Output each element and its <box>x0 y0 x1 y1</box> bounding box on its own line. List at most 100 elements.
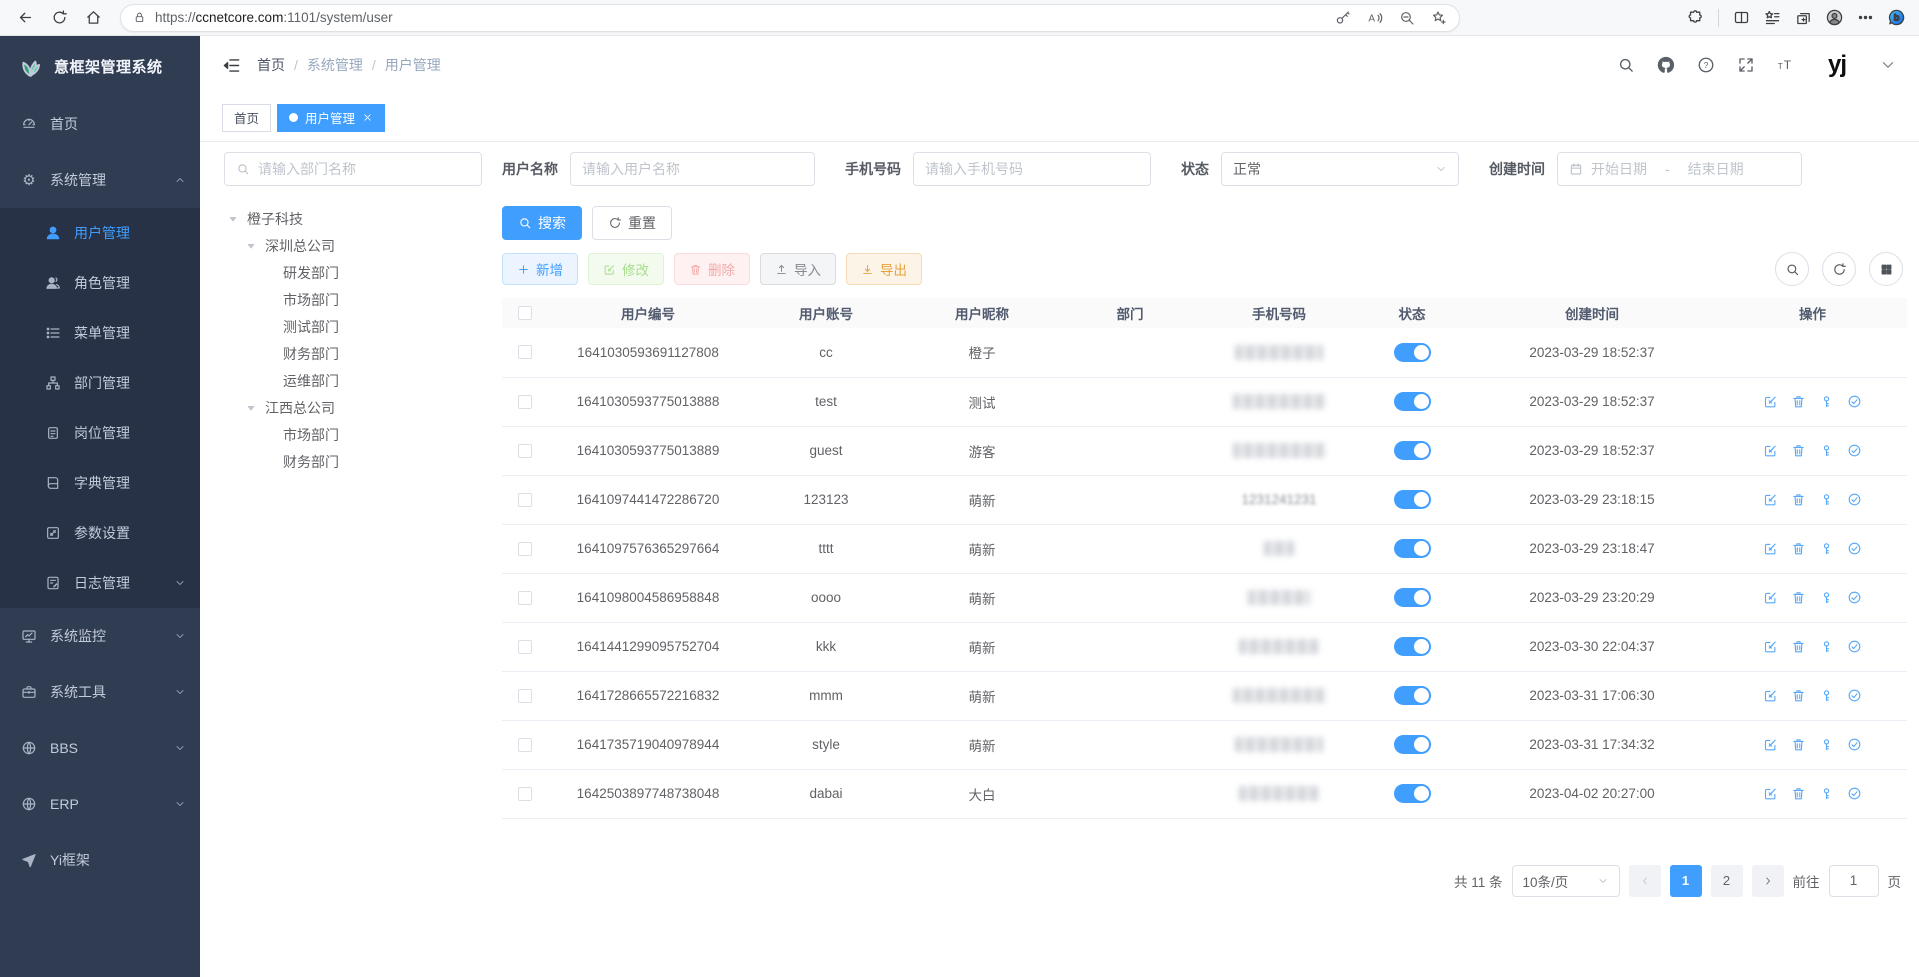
table-grid-button[interactable] <box>1869 252 1903 286</box>
zoom-out-icon[interactable] <box>1399 10 1415 26</box>
row-assign-role-button[interactable] <box>1847 786 1862 801</box>
row-checkbox[interactable] <box>518 395 532 409</box>
page-button-1[interactable]: 1 <box>1670 865 1702 897</box>
status-toggle[interactable] <box>1394 735 1431 754</box>
row-reset-password-button[interactable] <box>1819 394 1834 409</box>
status-toggle[interactable] <box>1394 392 1431 411</box>
split-screen-icon[interactable] <box>1733 9 1750 26</box>
password-key-icon[interactable] <box>1335 10 1351 26</box>
tree-expand-caret-icon[interactable] <box>228 214 242 224</box>
sidebar-item-log-mgmt[interactable]: 日志管理 <box>0 558 200 608</box>
row-checkbox[interactable] <box>518 591 532 605</box>
row-checkbox[interactable] <box>518 444 532 458</box>
row-reset-password-button[interactable] <box>1819 443 1834 458</box>
row-delete-button[interactable] <box>1791 639 1806 654</box>
page-size-select[interactable]: 10条/页 <box>1512 865 1620 897</box>
browser-essentials-icon[interactable] <box>1687 9 1704 26</box>
row-checkbox[interactable] <box>518 542 532 556</box>
row-assign-role-button[interactable] <box>1847 492 1862 507</box>
row-reset-password-button[interactable] <box>1819 590 1834 605</box>
tab-0[interactable]: 首页 <box>222 104 271 132</box>
phone-input[interactable] <box>925 161 1139 177</box>
row-edit-button[interactable] <box>1763 394 1778 409</box>
tree-node[interactable]: 测试部门 <box>224 313 482 340</box>
status-toggle[interactable] <box>1394 539 1431 558</box>
row-edit-button[interactable] <box>1763 492 1778 507</box>
sidebar-item-user-mgmt[interactable]: 用户管理 <box>0 208 200 258</box>
more-icon[interactable] <box>1857 9 1874 26</box>
breadcrumb-home[interactable]: 首页 <box>257 55 285 75</box>
row-assign-role-button[interactable] <box>1847 394 1862 409</box>
sidebar-fold-icon[interactable] <box>222 56 241 75</box>
dept-search-input[interactable] <box>258 161 470 177</box>
address-bar[interactable]: https://ccnetcore.com:1101/system/user A <box>120 4 1460 32</box>
search-icon[interactable] <box>1617 56 1635 74</box>
username-input[interactable] <box>582 161 803 177</box>
breadcrumb-system[interactable]: 系统管理 <box>307 55 363 75</box>
row-edit-button[interactable] <box>1763 590 1778 605</box>
read-aloud-icon[interactable]: A <box>1367 10 1383 26</box>
profile-icon[interactable] <box>1826 9 1843 26</box>
next-page-button[interactable] <box>1752 865 1784 897</box>
app-logo[interactable]: 意框架管理系统 <box>0 36 200 96</box>
tree-node[interactable]: 研发部门 <box>224 259 482 286</box>
status-toggle[interactable] <box>1394 490 1431 509</box>
sidebar-item-erp[interactable]: ERP <box>0 776 200 832</box>
refresh-button[interactable] <box>44 3 74 33</box>
row-delete-button[interactable] <box>1791 737 1806 752</box>
row-assign-role-button[interactable] <box>1847 688 1862 703</box>
caret-down-icon[interactable] <box>1879 56 1897 74</box>
row-reset-password-button[interactable] <box>1819 688 1834 703</box>
table-refresh-button[interactable] <box>1822 252 1856 286</box>
status-toggle[interactable] <box>1394 588 1431 607</box>
back-button[interactable] <box>10 3 40 33</box>
phone-field[interactable] <box>913 152 1151 186</box>
export-button[interactable]: 导出 <box>846 253 922 285</box>
sidebar-item-monitor[interactable]: 系统监控 <box>0 608 200 664</box>
search-button[interactable]: 搜索 <box>502 206 582 240</box>
status-toggle[interactable] <box>1394 343 1431 362</box>
sidebar-item-home[interactable]: 首页 <box>0 96 200 152</box>
tree-node[interactable]: 市场部门 <box>224 286 482 313</box>
row-delete-button[interactable] <box>1791 688 1806 703</box>
row-reset-password-button[interactable] <box>1819 541 1834 556</box>
status-toggle[interactable] <box>1394 686 1431 705</box>
username-field[interactable] <box>570 152 815 186</box>
row-edit-button[interactable] <box>1763 786 1778 801</box>
favorites-bar-icon[interactable] <box>1764 9 1781 26</box>
sidebar-item-yi-framework[interactable]: Yi框架 <box>0 832 200 888</box>
tab-active[interactable]: 用户管理 <box>277 104 385 132</box>
sidebar-item-menu-mgmt[interactable]: 菜单管理 <box>0 308 200 358</box>
fullscreen-icon[interactable] <box>1737 56 1755 74</box>
tree-node[interactable]: 市场部门 <box>224 421 482 448</box>
favorite-add-icon[interactable] <box>1431 10 1447 26</box>
help-icon[interactable]: ? <box>1697 56 1715 74</box>
row-reset-password-button[interactable] <box>1819 639 1834 654</box>
row-edit-button[interactable] <box>1763 541 1778 556</box>
tree-expand-caret-icon[interactable] <box>246 403 260 413</box>
row-checkbox[interactable] <box>518 493 532 507</box>
user-avatar[interactable]: yj <box>1817 50 1857 80</box>
row-delete-button[interactable] <box>1791 394 1806 409</box>
select-all-checkbox[interactable] <box>518 306 532 320</box>
tree-node[interactable]: 运维部门 <box>224 367 482 394</box>
tree-node[interactable]: 财务部门 <box>224 448 482 475</box>
sidebar-item-bbs[interactable]: BBS <box>0 720 200 776</box>
status-toggle[interactable] <box>1394 637 1431 656</box>
reset-button[interactable]: 重置 <box>592 206 672 240</box>
row-assign-role-button[interactable] <box>1847 639 1862 654</box>
sidebar-item-dept-mgmt[interactable]: 部门管理 <box>0 358 200 408</box>
status-select[interactable]: 正常 <box>1221 152 1459 186</box>
row-reset-password-button[interactable] <box>1819 492 1834 507</box>
import-button[interactable]: 导入 <box>760 253 836 285</box>
page-button-2[interactable]: 2 <box>1711 865 1743 897</box>
sidebar-item-system[interactable]: ⚙系统管理 <box>0 152 200 208</box>
font-size-icon[interactable]: TT <box>1777 56 1795 74</box>
status-toggle[interactable] <box>1394 441 1431 460</box>
sidebar-item-dict-mgmt[interactable]: 字典管理 <box>0 458 200 508</box>
row-checkbox[interactable] <box>518 640 532 654</box>
github-icon[interactable] <box>1657 56 1675 74</box>
copilot-icon[interactable]: b <box>1888 9 1905 26</box>
row-edit-button[interactable] <box>1763 639 1778 654</box>
row-edit-button[interactable] <box>1763 443 1778 458</box>
